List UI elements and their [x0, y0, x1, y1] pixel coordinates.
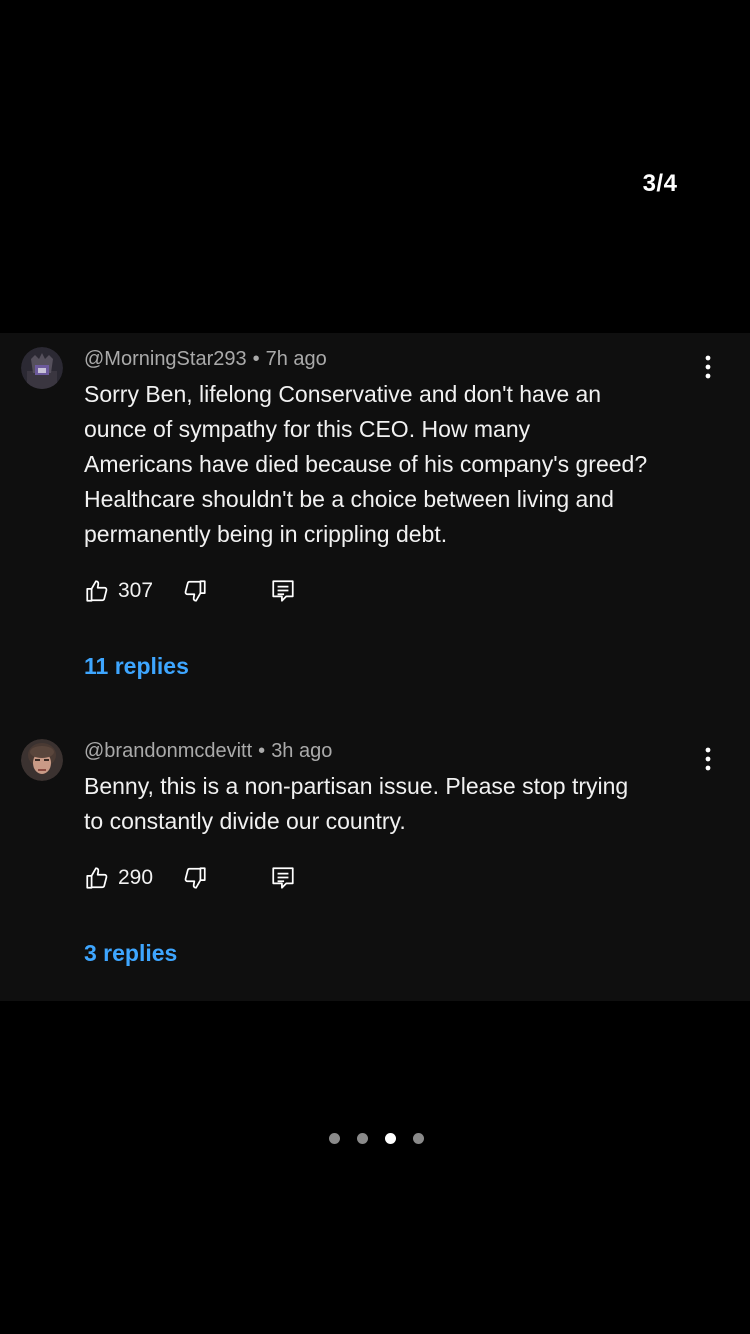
face-avatar-icon	[21, 739, 63, 781]
view-replies-link[interactable]: 11 replies	[84, 653, 189, 680]
page-dot[interactable]	[329, 1132, 340, 1144]
throne-avatar-icon	[21, 347, 63, 389]
comment-line: ounce of sympathy for this CEO. How many	[84, 416, 531, 442]
comment-time: 3h ago	[271, 740, 333, 762]
avatar[interactable]	[21, 739, 63, 781]
comment-reply-icon	[272, 867, 294, 889]
comment-actions: 290	[84, 863, 344, 893]
comment-text: Sorry Ben, lifelong Conservative and don…	[84, 377, 714, 552]
comment-reply-icon	[272, 580, 294, 602]
view-replies-link[interactable]: 3 replies	[84, 940, 177, 967]
avatar[interactable]	[21, 347, 63, 389]
comment-line: permanently being in crippling debt.	[84, 521, 448, 547]
like-button[interactable]: 307	[84, 576, 153, 606]
thumbs-down-icon	[184, 867, 206, 889]
comment-meta: @MorningStar293 • 7h ago	[84, 348, 327, 371]
like-count: 307	[118, 579, 154, 602]
page-dot[interactable]	[385, 1132, 396, 1144]
comment-line: to constantly divide our country.	[84, 808, 406, 834]
thumbs-up-icon	[86, 580, 108, 602]
comment-actions: 307	[84, 576, 344, 606]
story-counter: 3/4	[642, 170, 678, 197]
comment-line: Healthcare shouldn't be a choice between…	[84, 486, 614, 512]
dislike-button[interactable]	[182, 576, 208, 606]
page-indicator	[329, 1132, 424, 1144]
comment-line: Benny, this is a non-partisan issue. Ple…	[84, 773, 629, 799]
dislike-button[interactable]	[182, 863, 208, 893]
like-count: 290	[118, 866, 154, 889]
thumbs-down-icon	[184, 580, 206, 602]
page-dot[interactable]	[413, 1132, 424, 1144]
comment-line: Sorry Ben, lifelong Conservative and don…	[84, 381, 602, 407]
comment-username[interactable]: @brandonmcdevitt	[84, 740, 252, 762]
reply-button[interactable]	[270, 863, 296, 893]
comment-meta: @brandonmcdevitt • 3h ago	[84, 740, 332, 763]
comment-text: Benny, this is a non-partisan issue. Ple…	[84, 769, 714, 839]
comments-card: @MorningStar293 • 7h ago Sorry Ben, lifelo…	[0, 333, 750, 1001]
comment-line: Americans have died because of his compa…	[84, 451, 648, 477]
thumbs-up-icon	[86, 867, 108, 889]
like-button[interactable]: 290	[84, 863, 153, 893]
meta-separator: •	[252, 348, 260, 370]
comment-username[interactable]: @MorningStar293	[84, 348, 247, 370]
meta-separator: •	[258, 740, 266, 762]
page-dot[interactable]	[357, 1132, 368, 1144]
reply-button[interactable]	[270, 576, 296, 606]
comment-time: 7h ago	[265, 348, 327, 370]
